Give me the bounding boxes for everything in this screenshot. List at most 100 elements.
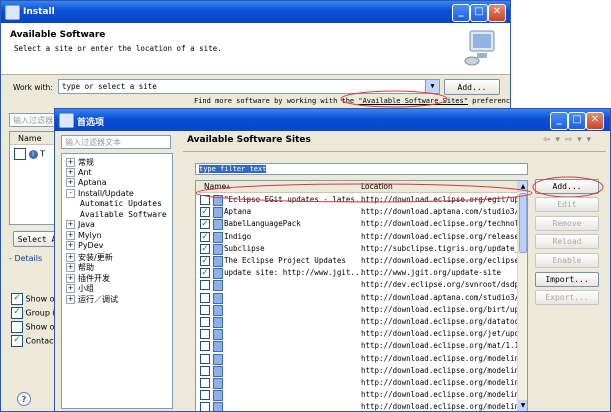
reload-button[interactable]: Reload (535, 234, 599, 249)
site-checkbox[interactable] (200, 341, 210, 352)
site-location: http://download.eclipse.org/releases/in (361, 231, 517, 241)
site-row[interactable]: http://download.eclipse.org/modeling/em (196, 401, 517, 412)
site-row[interactable]: http://download.eclipse.org/modeling/em (196, 389, 517, 402)
site-checkbox[interactable]: ✓ (200, 207, 210, 218)
pref-tree-item[interactable]: + 常规 (66, 157, 94, 168)
remove-button[interactable]: Remove (535, 216, 599, 231)
install-tree-row[interactable]: i T (14, 148, 58, 160)
enable-button[interactable]: Enable (535, 253, 599, 268)
pref-tree-label: 运行／调试 (78, 294, 118, 304)
pref-tree-item[interactable]: + Java (66, 220, 95, 229)
pref-tree-item[interactable]: - Install/Update (66, 188, 134, 198)
site-row[interactable]: ✓ update site: http://www.jgit... http://w… (196, 267, 517, 280)
pref-tree-item[interactable]: + 帮助 (66, 262, 94, 273)
pref-tree-item[interactable]: + 运行／调试 (66, 294, 118, 305)
site-checkbox[interactable] (200, 378, 210, 388)
site-row[interactable]: http://download.eclipse.org/modeling/em (196, 365, 517, 378)
site-location: http://download.aptana.com/studio3/plug (361, 207, 517, 217)
expand-icon[interactable]: + (66, 273, 75, 283)
site-row[interactable]: ✓ Subclipse http://subclipse.tigris.org/up… (196, 243, 517, 256)
site-row[interactable]: http://download.eclipse.org/mat/1.1/upd (196, 340, 517, 353)
site-checkbox[interactable] (200, 390, 210, 401)
prefs-filter-input[interactable]: 输入过滤器文本 (61, 135, 171, 149)
expand-icon[interactable]: + (66, 230, 75, 240)
minimize-button[interactable]: _ (452, 4, 470, 22)
site-row[interactable]: ✓ Indigo http://download.eclipse.org/relea… (196, 231, 517, 244)
maximize-button[interactable]: □ (568, 112, 586, 130)
scroll-down-icon[interactable]: ▼ (518, 400, 527, 411)
update-site-icon (213, 231, 223, 243)
install-add-button[interactable]: Add... (444, 79, 500, 95)
expand-icon[interactable]: + (66, 263, 75, 272)
option-checkbox[interactable]: ✓ (11, 335, 23, 347)
maximize-button[interactable]: □ (470, 4, 488, 22)
pref-tree-item[interactable]: + PyDev (66, 241, 103, 250)
site-row[interactable]: http://download.eclipse.org/birt/update (196, 304, 517, 317)
site-checkbox[interactable]: ✓ (200, 219, 210, 230)
close-button[interactable]: ✕ (586, 112, 604, 130)
pref-tree-item[interactable]: + 插件开发 (66, 273, 110, 284)
option-checkbox[interactable]: ✓ (11, 307, 23, 319)
install-filter-input[interactable]: 输入过滤器文本 (9, 113, 59, 127)
site-row[interactable]: http://download.eclipse.org/jet/update (196, 328, 517, 341)
expand-icon[interactable]: + (66, 294, 75, 304)
site-row[interactable]: ✓ Aptana http://download.aptana.com/studio… (196, 206, 517, 219)
site-row[interactable]: http://download.eclipse.org/modeling/em (196, 353, 517, 366)
site-row[interactable]: ✓ The Eclipse Project Updates http://downl… (196, 255, 517, 268)
install-titlebar[interactable]: Install _ □ ✕ (1, 1, 510, 23)
site-row[interactable]: http://download.aptana.com/studio3/plug (196, 292, 517, 305)
site-checkbox[interactable] (200, 280, 210, 291)
expand-icon[interactable]: + (66, 167, 75, 177)
option-checkbox[interactable]: ✓ (11, 293, 23, 305)
expand-icon[interactable]: + (66, 284, 75, 293)
site-checkbox[interactable]: ✓ (200, 231, 210, 242)
expand-icon[interactable]: + (66, 220, 75, 229)
site-checkbox[interactable]: ✓ (200, 256, 210, 266)
import-button[interactable]: Import... (535, 272, 599, 287)
site-row[interactable]: ✓ BabelLanguagePack http://download.eclips… (196, 218, 517, 231)
site-checkbox[interactable] (200, 365, 210, 376)
site-row[interactable]: http://download.eclipse.org/modeling/em (196, 377, 517, 390)
site-checkbox[interactable] (200, 292, 210, 303)
expand-icon[interactable]: + (66, 241, 75, 250)
update-site-icon (213, 268, 223, 280)
export-button[interactable]: Export... (535, 290, 599, 305)
pref-tree-label: Aptana (78, 178, 107, 187)
site-checkbox[interactable] (200, 402, 210, 411)
pref-tree-item[interactable]: + 小组 (66, 283, 94, 294)
site-row[interactable]: http://download.eclipse.org/datatools/u (196, 316, 517, 329)
pref-tree-item[interactable]: + Aptana (66, 178, 107, 187)
install-option-3[interactable]: ✓ Contact (11, 335, 57, 347)
edit-button[interactable]: Edit (535, 197, 599, 212)
site-location: http://download.eclipse.org/modeling/em (361, 402, 517, 412)
sites-scrollbar[interactable]: ▲ ▼ (517, 181, 527, 411)
sites-filter-input[interactable]: type filter text (195, 163, 528, 175)
site-checkbox[interactable] (200, 353, 210, 364)
install-row-checkbox[interactable] (14, 148, 26, 160)
minimize-button[interactable]: _ (550, 112, 568, 130)
update-site-icon (213, 353, 223, 365)
close-button[interactable]: ✕ (488, 4, 506, 22)
site-checkbox[interactable]: ✓ (200, 243, 210, 254)
update-site-icon (213, 280, 223, 292)
expand-icon[interactable]: + (66, 178, 75, 187)
pref-tree-item[interactable]: Available Software Si (80, 210, 172, 219)
install-name-header[interactable]: Name (10, 132, 58, 145)
collapse-icon[interactable]: - (66, 188, 75, 198)
pref-tree-label: 常规 (78, 158, 94, 167)
site-checkbox[interactable]: ✓ (200, 268, 210, 279)
site-row[interactable]: http://dev.eclipse.org/svnroot/dsdp/org (196, 279, 517, 292)
site-checkbox[interactable] (200, 317, 210, 327)
site-checkbox[interactable] (200, 304, 210, 315)
pref-tree-item[interactable]: + 安装/更新 (66, 252, 113, 263)
expand-icon[interactable]: + (66, 252, 75, 262)
pref-tree-item[interactable]: Automatic Updates (80, 199, 162, 208)
pref-tree-item[interactable]: + Ant (66, 167, 92, 177)
expand-icon[interactable]: + (66, 158, 75, 167)
prefs-titlebar[interactable]: 首选项 _ □ ✕ (55, 109, 610, 131)
prefs-nav-icons[interactable]: ⇦ ▾ ⇨ ▾ ▾ (543, 135, 592, 145)
help-icon[interactable]: ? (17, 392, 31, 406)
pref-tree-item[interactable]: + Mylyn (66, 230, 102, 240)
option-checkbox[interactable] (11, 321, 23, 333)
site-checkbox[interactable] (200, 329, 210, 340)
